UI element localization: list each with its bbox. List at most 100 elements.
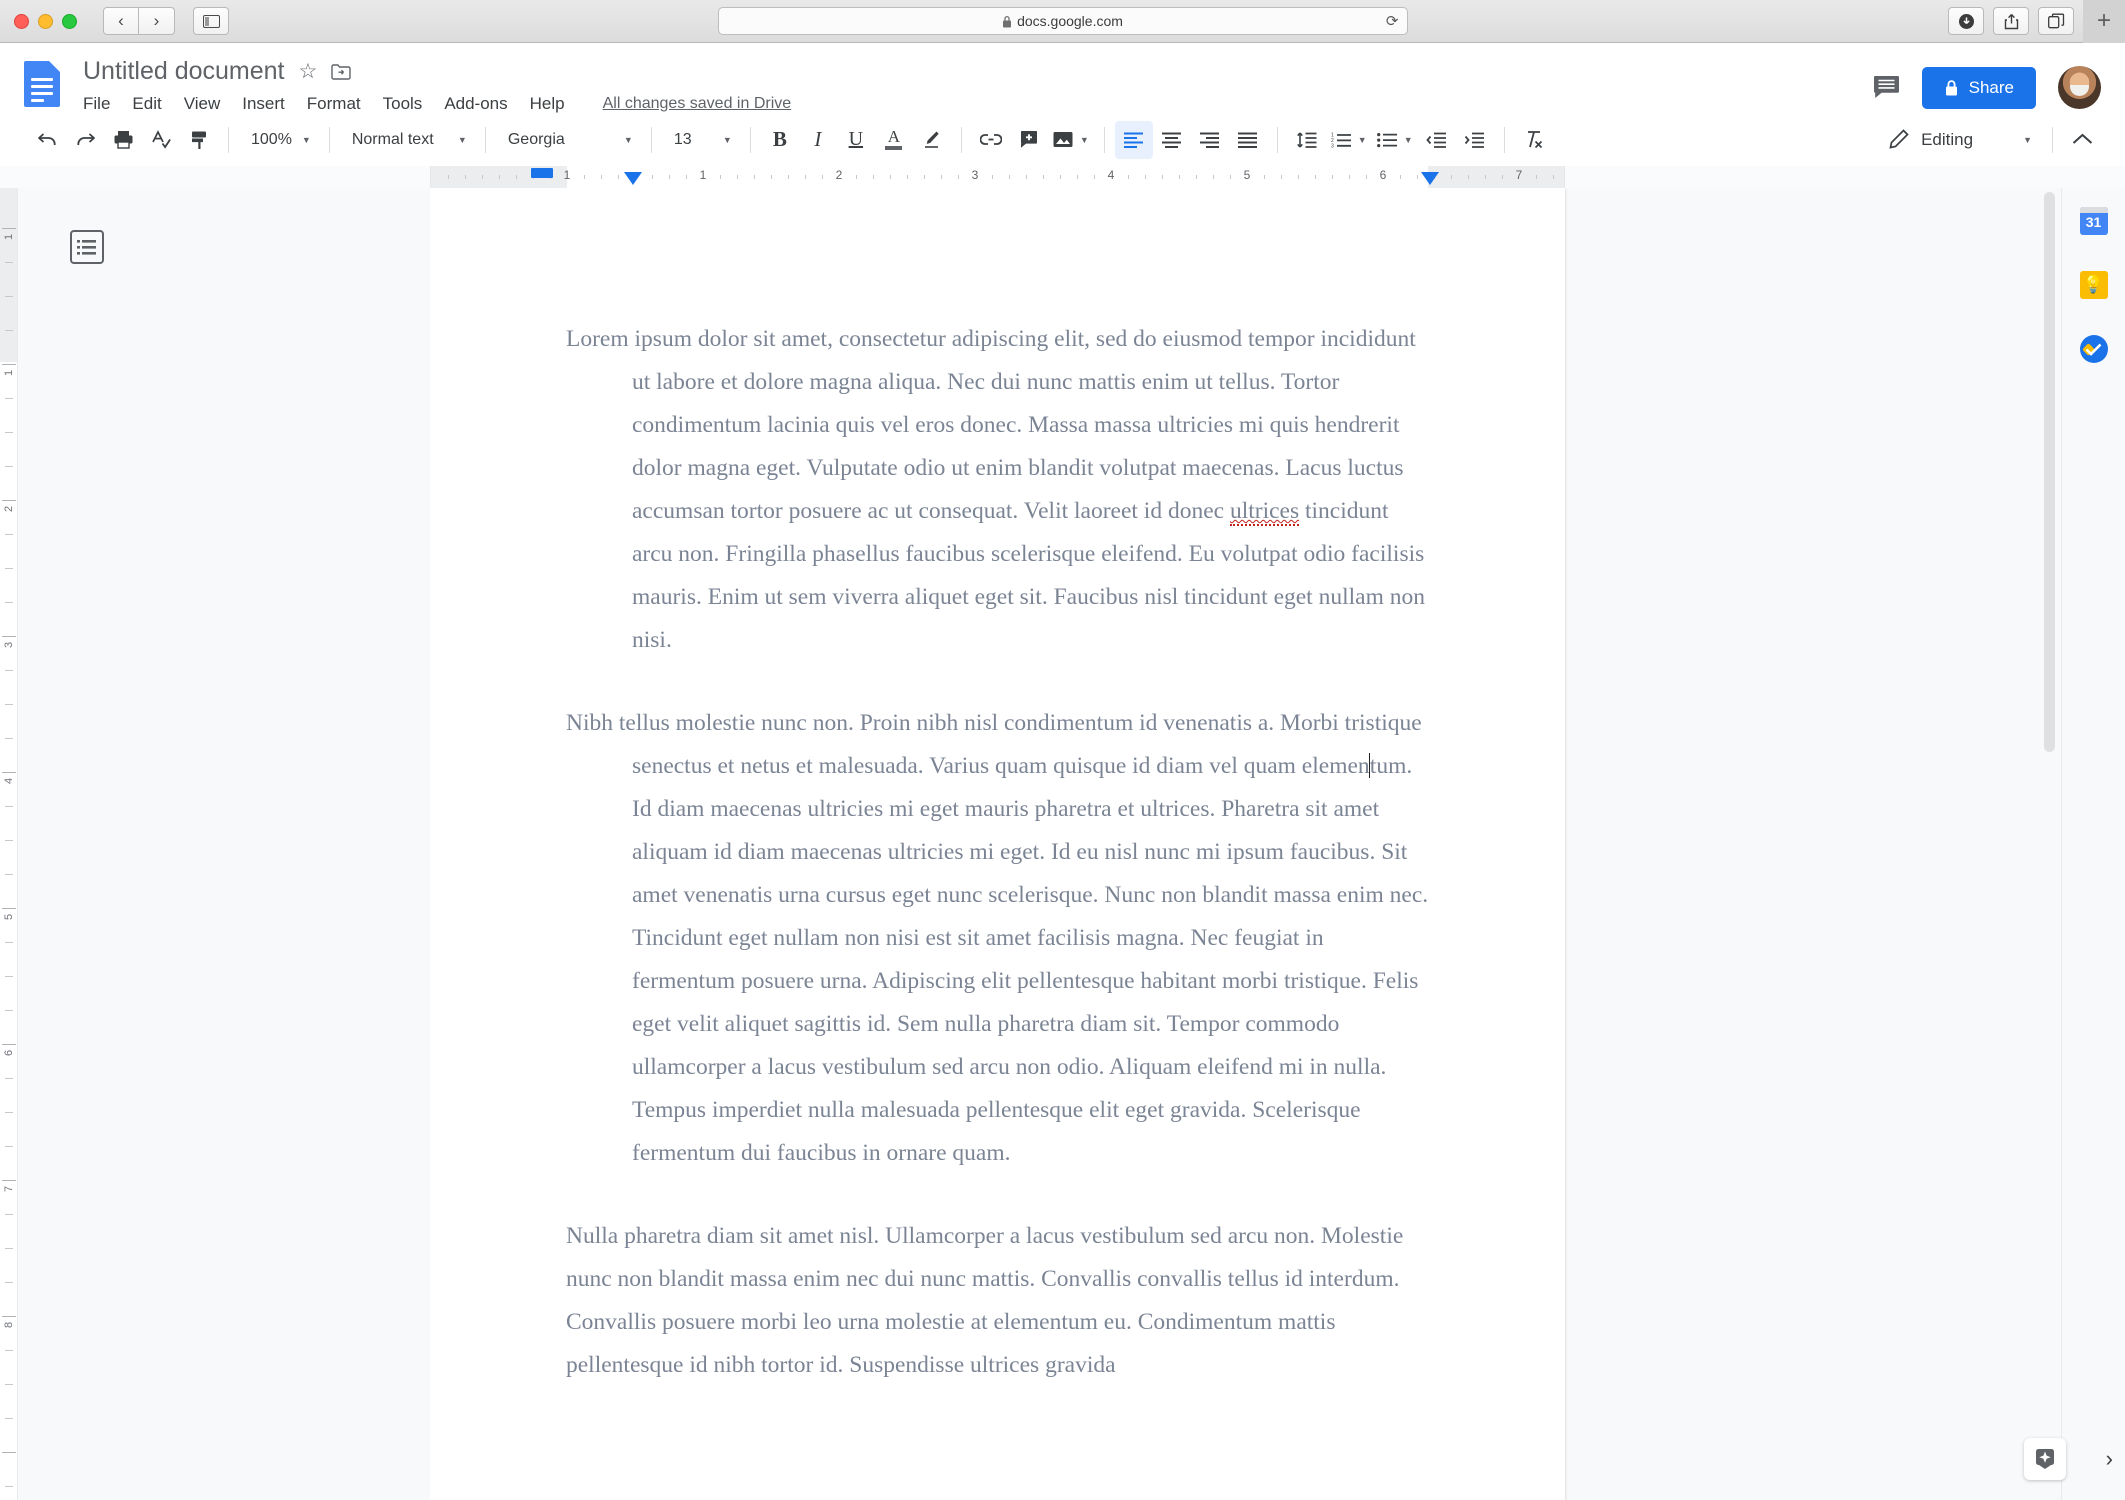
misspelled-word[interactable]: ultrices <box>1229 498 1300 526</box>
ruler-tick <box>1485 175 1486 179</box>
menu-item-view[interactable]: View <box>184 94 221 114</box>
new-tab-button[interactable]: + <box>2083 0 2125 43</box>
ruler-tick <box>516 175 517 179</box>
close-window-button[interactable] <box>14 13 29 29</box>
star-icon[interactable]: ☆ <box>299 59 318 84</box>
spell-check-button[interactable] <box>142 121 180 159</box>
save-status[interactable]: All changes saved in Drive <box>603 95 792 113</box>
paragraph-3[interactable]: Nulla pharetra diam sit amet nisl. Ullam… <box>566 1215 1429 1387</box>
menu-item-tools[interactable]: Tools <box>383 94 423 114</box>
undo-button[interactable] <box>28 121 66 159</box>
ruler-tick <box>482 175 483 179</box>
ruler-tick <box>2 1044 16 1045</box>
right-indent-marker[interactable] <box>1421 172 1439 185</box>
first-line-indent-marker[interactable] <box>531 168 553 178</box>
share-button[interactable]: Share <box>1921 66 2036 109</box>
back-button[interactable]: ‹ <box>103 7 139 35</box>
sidebar-toggle-button[interactable] <box>193 7 229 35</box>
align-left-button[interactable] <box>1114 120 1153 159</box>
paragraph-style-selector[interactable]: Normal text ▼ <box>340 121 475 159</box>
bulleted-list-button[interactable]: ▼ <box>1372 121 1418 159</box>
highlight-button[interactable] <box>913 121 951 159</box>
ruler-tick <box>499 175 500 179</box>
numbered-list-button[interactable]: 1 2 3 ▼ <box>1326 121 1372 159</box>
paragraph-3-text: Nulla pharetra diam sit amet nisl. Ullam… <box>566 1223 1404 1378</box>
forward-button[interactable]: › <box>139 7 175 35</box>
ruler-tick <box>5 1282 13 1283</box>
minimize-window-button[interactable] <box>38 13 53 29</box>
print-button[interactable] <box>104 121 142 159</box>
document-scroll-area[interactable]: Lorem ipsum dolor sit amet, consectetur … <box>430 188 2061 1500</box>
ruler-tick <box>822 175 823 179</box>
decrease-indent-button[interactable] <box>1418 121 1456 159</box>
align-right-button[interactable] <box>1191 121 1229 159</box>
explore-button[interactable] <box>2023 1438 2066 1480</box>
align-justify-button[interactable] <box>1229 121 1267 159</box>
collapse-toolbar-button[interactable] <box>2063 121 2101 159</box>
comment-icon[interactable] <box>1873 75 1900 100</box>
docs-header: Untitled document ☆ File Edit View Inser… <box>0 43 2125 114</box>
font-size-selector[interactable]: 13 ▼ <box>662 121 740 159</box>
reload-button[interactable]: ⟳ <box>1386 12 1399 30</box>
align-center-button[interactable] <box>1153 121 1191 159</box>
vertical-scrollbar[interactable] <box>2044 192 2055 752</box>
paragraph-2[interactable]: Nibh tellus molestie nunc non. Proin nib… <box>566 702 1429 1175</box>
increase-indent-button[interactable] <box>1456 121 1494 159</box>
mode-selector[interactable]: Editing ▼ <box>1882 121 2042 159</box>
share-browser-button[interactable] <box>1993 7 2029 35</box>
italic-button[interactable]: I <box>799 121 837 159</box>
ruler-tick <box>5 466 13 467</box>
horizontal-ruler-area: 1 1 2 3 4 5 6 7 <box>0 166 2125 188</box>
increase-indent-icon <box>1464 132 1485 148</box>
maximize-window-button[interactable] <box>62 13 77 29</box>
ruler-tick <box>1536 175 1537 179</box>
avatar[interactable] <box>2058 66 2101 109</box>
ruler-tick <box>5 976 13 977</box>
google-keep-button[interactable]: 💡 <box>2079 270 2109 300</box>
zoom-selector[interactable]: 100% ▼ <box>239 121 319 159</box>
sidebar-toggle-icon <box>202 14 220 28</box>
downloads-button[interactable] <box>1948 7 1984 35</box>
font-family-selector[interactable]: Georgia ▼ <box>496 121 641 159</box>
expand-sidebar-button[interactable]: › <box>2106 1446 2113 1472</box>
menu-item-edit[interactable]: Edit <box>132 94 161 114</box>
ruler-tick <box>958 175 959 179</box>
clear-formatting-button[interactable] <box>1515 121 1553 159</box>
address-bar[interactable]: docs.google.com ⟳ <box>717 7 1408 35</box>
google-calendar-button[interactable]: 31 <box>2079 206 2109 236</box>
menu-item-format[interactable]: Format <box>307 94 361 114</box>
move-to-folder-icon[interactable] <box>331 63 352 80</box>
underline-button[interactable]: U <box>837 121 875 159</box>
ruler-tick <box>788 175 789 179</box>
ruler-number: 7 <box>3 1185 15 1192</box>
ruler-tick <box>5 1010 13 1011</box>
ruler-tick <box>652 175 653 179</box>
line-spacing-button[interactable] <box>1288 121 1326 159</box>
add-comment-button[interactable] <box>1010 121 1048 159</box>
insert-link-button[interactable] <box>972 121 1010 159</box>
ruler-tick <box>2 364 16 365</box>
insert-image-button[interactable]: ▼ <box>1048 121 1094 159</box>
document-outline-button[interactable] <box>70 230 104 264</box>
left-indent-marker[interactable] <box>624 172 642 185</box>
tab-overview-button[interactable] <box>2038 7 2074 35</box>
paint-format-button[interactable] <box>180 121 218 159</box>
document-title[interactable]: Untitled document <box>83 57 285 86</box>
text-color-icon: A <box>887 127 900 146</box>
document-page[interactable]: Lorem ipsum dolor sit amet, consectetur … <box>430 188 1565 1500</box>
ruler-tick <box>5 874 13 875</box>
bold-button[interactable]: B <box>761 121 799 159</box>
menu-item-help[interactable]: Help <box>530 94 565 114</box>
paragraph-1[interactable]: Lorem ipsum dolor sit amet, consectetur … <box>566 318 1429 662</box>
ruler-tick <box>2 1452 16 1453</box>
text-color-button[interactable]: A <box>875 121 913 159</box>
redo-button[interactable] <box>66 121 104 159</box>
google-tasks-button[interactable] <box>2079 334 2109 364</box>
menu-item-file[interactable]: File <box>83 94 110 114</box>
ruler-number: 1 <box>3 369 15 376</box>
align-justify-icon <box>1238 132 1258 148</box>
menu-item-addons[interactable]: Add-ons <box>444 94 507 114</box>
horizontal-ruler[interactable]: 1 1 2 3 4 5 6 7 <box>430 166 1565 188</box>
menu-item-insert[interactable]: Insert <box>242 94 285 114</box>
bulleted-list-icon <box>1376 132 1397 147</box>
